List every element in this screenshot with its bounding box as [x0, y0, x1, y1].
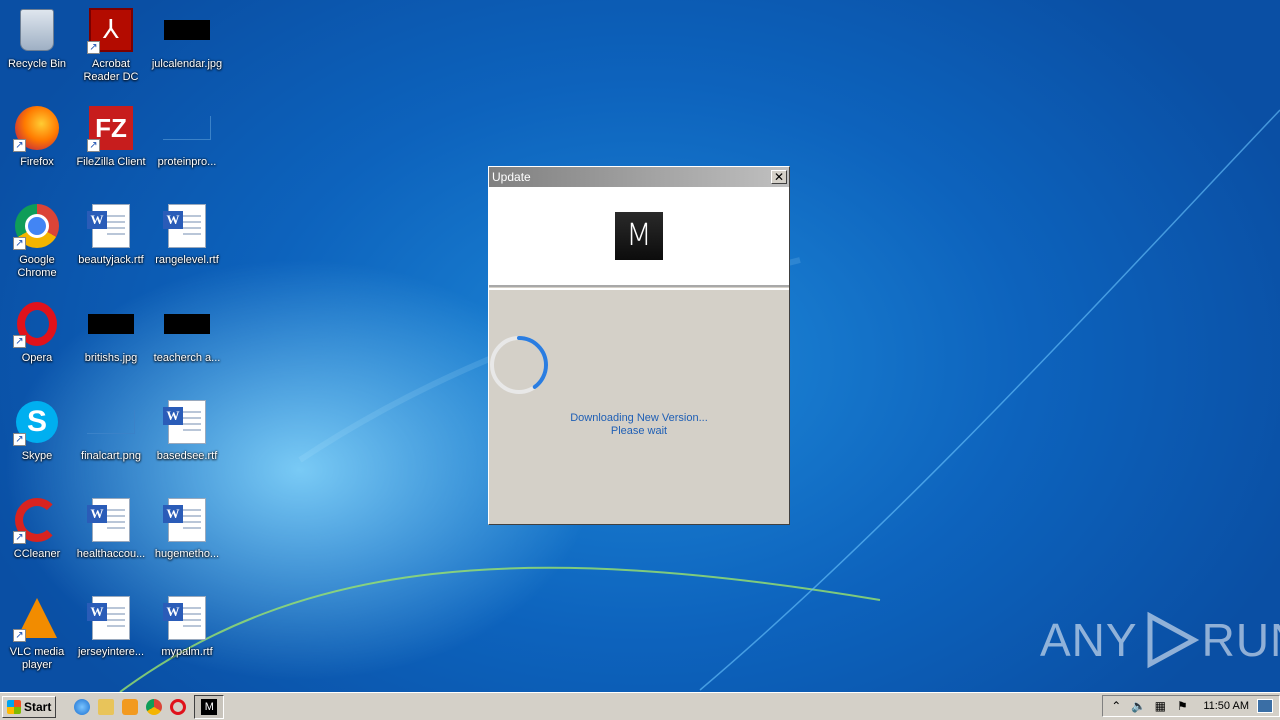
proteinpro-file-icon[interactable]: proteinpro... [150, 104, 224, 169]
shortcut-arrow-icon: ↗ [13, 139, 26, 152]
acrobat-reader-icon[interactable]: ⅄ ↗ Acrobat Reader DC [74, 6, 148, 84]
status-line-1: Downloading New Version... [570, 412, 708, 424]
file-explorer-icon[interactable] [98, 698, 115, 715]
icon-label: VLC media player [9, 646, 65, 671]
word-document-icon: W [87, 596, 130, 640]
update-app-icon: M [201, 698, 218, 715]
shortcut-arrow-icon: ↗ [87, 139, 100, 152]
action-center-flag-icon[interactable]: ⚑ [1175, 699, 1189, 713]
network-icon[interactable]: ▦ [1153, 699, 1167, 713]
recycle-bin-icon[interactable]: Recycle Bin [0, 6, 74, 71]
icon-label: julcalendar.jpg [151, 58, 223, 70]
skype-icon[interactable]: S ↗ Skype [0, 398, 74, 463]
internet-explorer-icon[interactable] [74, 698, 91, 715]
icon-label: hugemetho... [154, 548, 220, 560]
update-dialog: Update ✕ M Downloading New Version... Pl… [488, 166, 790, 525]
dialog-title: Update [492, 170, 531, 184]
shortcut-arrow-icon: ↗ [87, 41, 100, 54]
status-text: Downloading New Version... Please wait [489, 412, 789, 438]
icon-label: finalcart.png [81, 450, 141, 462]
taskbar: Start M ⌃ 🔈 ▦ ⚑ 11:50 AM [0, 692, 1280, 720]
finalcart-file-icon[interactable]: finalcart.png [74, 398, 148, 463]
shortcut-arrow-icon: ↗ [13, 335, 26, 348]
firefox-icon[interactable]: ↗ Firefox [0, 104, 74, 169]
icon-label: FileZilla Client [76, 156, 146, 168]
jerseyintere-file-icon[interactable]: W jerseyintere... [74, 594, 148, 659]
basedsee-file-icon[interactable]: W basedsee.rtf [150, 398, 224, 463]
icon-label: Opera [21, 352, 53, 364]
image-thumbnail-icon [164, 314, 210, 334]
shortcut-arrow-icon: ↗ [13, 237, 26, 250]
healthaccou-file-icon[interactable]: W healthaccou... [74, 496, 148, 561]
icon-label: rangelevel.rtf [155, 254, 219, 266]
image-thumbnail-icon [87, 410, 135, 434]
icon-label: healthaccou... [76, 548, 146, 560]
opera-icon[interactable]: ↗ Opera [0, 300, 74, 365]
image-thumbnail-icon [88, 314, 134, 334]
icon-label: Firefox [20, 156, 54, 168]
windows-logo-icon [7, 699, 21, 714]
icon-label: basedsee.rtf [156, 450, 218, 462]
close-button[interactable]: ✕ [771, 170, 787, 184]
quick-launch: M [74, 694, 225, 719]
opera-taskbar-icon[interactable] [170, 698, 187, 715]
loading-spinner-icon [490, 336, 548, 394]
image-thumbnail-icon [164, 20, 210, 40]
clock[interactable]: 11:50 AM [1203, 700, 1249, 712]
shortcut-arrow-icon: ↗ [13, 531, 26, 544]
play-triangle-icon [1147, 611, 1199, 669]
icon-label: Skype [21, 450, 53, 462]
icon-label: Google Chrome [17, 254, 57, 279]
system-tray: ⌃ 🔈 ▦ ⚑ 11:50 AM [1102, 695, 1280, 717]
desktop: Recycle Bin ↗ Firefox ↗ Google Chrome ↗ … [0, 0, 1280, 692]
show-hidden-icons-icon[interactable]: ⌃ [1109, 699, 1123, 713]
image-thumbnail-icon [163, 116, 211, 140]
rangelevel-file-icon[interactable]: W rangelevel.rtf [150, 202, 224, 267]
volume-icon[interactable]: 🔈 [1131, 699, 1146, 713]
word-document-icon: W [87, 498, 130, 542]
dialog-banner: M [489, 187, 789, 287]
icon-label: jerseyintere... [77, 646, 145, 658]
ccleaner-icon[interactable]: ↗ CCleaner [0, 496, 74, 561]
anyrun-watermark: ANY RUN [1040, 610, 1280, 670]
beautyjack-file-icon[interactable]: W beautyjack.rtf [74, 202, 148, 267]
teacherch-file-icon[interactable]: teacherch a... [150, 300, 224, 365]
icon-label: mypalm.rtf [161, 646, 213, 658]
icon-label: britishs.jpg [84, 352, 138, 364]
mypalm-file-icon[interactable]: W mypalm.rtf [150, 594, 224, 659]
icon-label: Recycle Bin [7, 58, 67, 70]
update-task-button[interactable]: M [194, 694, 225, 719]
watermark-left: ANY [1040, 614, 1138, 666]
status-line-2: Please wait [610, 425, 668, 437]
dialog-titlebar[interactable]: Update ✕ [489, 167, 789, 187]
icon-label: teacherch a... [153, 352, 221, 364]
hugemetho-file-icon[interactable]: W hugemetho... [150, 496, 224, 561]
shortcut-arrow-icon: ↗ [13, 629, 26, 642]
word-document-icon: W [87, 204, 130, 248]
julcalendar-file-icon[interactable]: julcalendar.jpg [150, 6, 224, 71]
start-button[interactable]: Start [2, 695, 57, 718]
filezilla-icon[interactable]: FZ ↗ FileZilla Client [74, 104, 148, 169]
word-document-icon: W [163, 498, 206, 542]
word-document-icon: W [163, 204, 206, 248]
chrome-icon[interactable]: ↗ Google Chrome [0, 202, 74, 280]
shortcut-arrow-icon: ↗ [13, 433, 26, 446]
chrome-taskbar-icon[interactable] [146, 698, 163, 715]
recycle-bin-glyph [20, 9, 54, 51]
icon-label: Acrobat Reader DC [83, 58, 139, 83]
vlc-icon[interactable]: ↗ VLC media player [0, 594, 74, 672]
britishs-file-icon[interactable]: britishs.jpg [74, 300, 148, 365]
divider [489, 288, 789, 290]
app-logo: M [615, 212, 663, 260]
icon-label: CCleaner [13, 548, 61, 560]
word-document-icon: W [163, 400, 206, 444]
icon-label: proteinpro... [157, 156, 217, 168]
start-label: Start [24, 699, 52, 714]
media-player-icon[interactable] [122, 698, 139, 715]
show-desktop-icon[interactable] [1257, 699, 1273, 713]
icon-label: beautyjack.rtf [78, 254, 144, 266]
watermark-right: RUN [1201, 614, 1280, 666]
word-document-icon: W [163, 596, 206, 640]
